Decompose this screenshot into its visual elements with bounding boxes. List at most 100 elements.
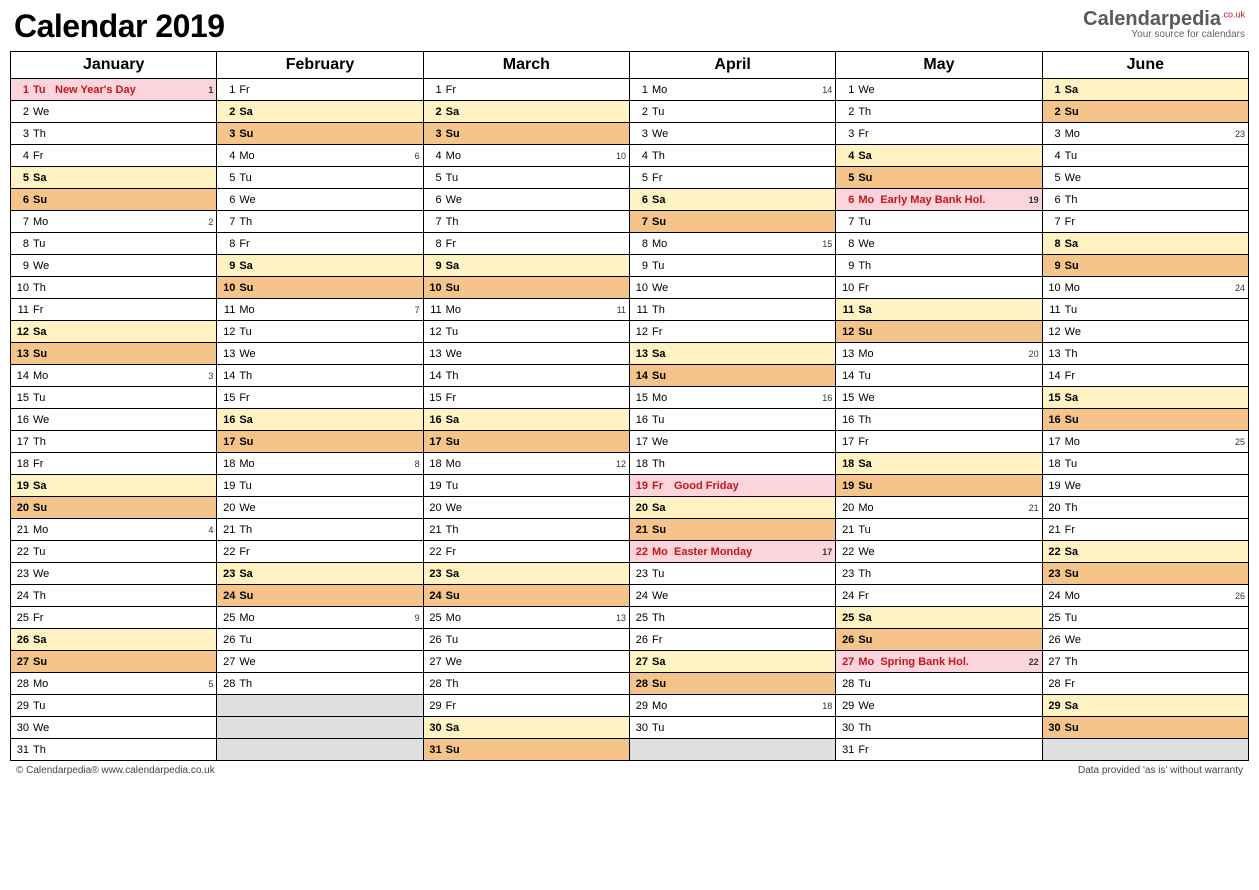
day-cell: 28Th	[423, 673, 629, 695]
week-number: 21	[1029, 503, 1039, 513]
week-number: 1	[208, 85, 213, 95]
day-cell: 7Mo2	[11, 211, 217, 233]
day-cell: 6We	[217, 189, 423, 211]
day-number: 16	[1043, 414, 1063, 426]
day-number: 19	[1043, 480, 1063, 492]
day-number: 15	[11, 392, 31, 404]
day-number: 28	[217, 678, 237, 690]
day-number: 8	[424, 238, 444, 250]
day-cell: 3Th	[11, 123, 217, 145]
day-cell: 2We	[11, 101, 217, 123]
day-of-week: Su	[31, 194, 53, 206]
week-number: 19	[1029, 195, 1039, 205]
day-of-week: Mo	[444, 612, 466, 624]
day-row: 15Tu15Fr15Fr15Mo1615We15Sa	[11, 387, 1249, 409]
day-row: 20Su20We20We20Sa20Mo2120Th	[11, 497, 1249, 519]
day-number: 2	[217, 106, 237, 118]
day-of-week: Sa	[31, 172, 53, 184]
day-row: 27Su27We27We27Sa27MoSpring Bank Hol.2227…	[11, 651, 1249, 673]
day-of-week: Th	[650, 458, 672, 470]
day-cell: 21Fr	[1042, 519, 1248, 541]
day-number: 20	[11, 502, 31, 514]
day-number: 13	[1043, 348, 1063, 360]
day-row: 17Th17Su17Su17We17Fr17Mo25	[11, 431, 1249, 453]
day-of-week: Th	[237, 524, 259, 536]
day-cell: 9Sa	[423, 255, 629, 277]
day-cell: 12Fr	[629, 321, 835, 343]
day-number: 29	[630, 700, 650, 712]
day-number: 20	[836, 502, 856, 514]
day-cell: 7Th	[423, 211, 629, 233]
day-cell: 16Tu	[629, 409, 835, 431]
day-of-week: Tu	[856, 216, 878, 228]
day-number: 23	[217, 568, 237, 580]
day-of-week: Sa	[1063, 84, 1085, 96]
day-cell: 28Fr	[1042, 673, 1248, 695]
day-number: 3	[424, 128, 444, 140]
day-of-week: Tu	[237, 480, 259, 492]
day-cell: 19We	[1042, 475, 1248, 497]
day-number: 8	[11, 238, 31, 250]
day-number: 21	[424, 524, 444, 536]
day-cell: 11Sa	[836, 299, 1042, 321]
day-cell: 22Fr	[423, 541, 629, 563]
day-number: 3	[11, 128, 31, 140]
day-of-week: Fr	[650, 172, 672, 184]
day-number: 17	[1043, 436, 1063, 448]
day-number: 31	[836, 744, 856, 756]
day-cell: 27Su	[11, 651, 217, 673]
day-row: 22Tu22Fr22Fr22MoEaster Monday1722We22Sa	[11, 541, 1249, 563]
day-of-week: Su	[650, 216, 672, 228]
day-number: 20	[424, 502, 444, 514]
day-cell: 26Tu	[423, 629, 629, 651]
day-of-week: Th	[31, 128, 53, 140]
event-label: Good Friday	[672, 480, 835, 492]
day-of-week: We	[237, 656, 259, 668]
day-number: 1	[1043, 84, 1063, 96]
day-cell: 10We	[629, 277, 835, 299]
day-of-week: Fr	[31, 304, 53, 316]
day-number: 24	[1043, 590, 1063, 602]
day-of-week: Fr	[31, 612, 53, 624]
day-number: 18	[11, 458, 31, 470]
day-cell: 11Mo7	[217, 299, 423, 321]
day-number: 19	[424, 480, 444, 492]
day-of-week: Sa	[237, 106, 259, 118]
day-number: 25	[630, 612, 650, 624]
day-number: 19	[630, 480, 650, 492]
day-cell: 8Tu	[11, 233, 217, 255]
header: Calendar 2019 Calendarpedia.co.uk Your s…	[10, 8, 1249, 45]
day-of-week: Fr	[31, 458, 53, 470]
day-of-week: Fr	[650, 634, 672, 646]
day-number: 11	[217, 304, 237, 316]
day-cell: 9Su	[1042, 255, 1248, 277]
day-cell: 29Sa	[1042, 695, 1248, 717]
day-number: 13	[217, 348, 237, 360]
day-of-week: Mo	[650, 392, 672, 404]
day-number: 5	[836, 172, 856, 184]
day-number: 15	[630, 392, 650, 404]
day-cell: 6We	[423, 189, 629, 211]
day-row: 14Mo314Th14Th14Su14Tu14Fr	[11, 365, 1249, 387]
day-of-week: Mo	[650, 238, 672, 250]
page-title: Calendar 2019	[14, 8, 225, 45]
day-cell: 16Su	[1042, 409, 1248, 431]
day-of-week: We	[1063, 480, 1085, 492]
day-number: 15	[836, 392, 856, 404]
day-cell: 7Th	[217, 211, 423, 233]
day-cell: 12We	[1042, 321, 1248, 343]
day-of-week: Mo	[650, 700, 672, 712]
day-cell: 30We	[11, 717, 217, 739]
day-cell: 7Su	[629, 211, 835, 233]
day-of-week: Mo	[1063, 282, 1085, 294]
day-number: 18	[424, 458, 444, 470]
day-number: 25	[11, 612, 31, 624]
day-of-week: Mo	[237, 304, 259, 316]
day-number: 24	[836, 590, 856, 602]
day-row: 18Fr18Mo818Mo1218Th18Sa18Tu	[11, 453, 1249, 475]
day-of-week: Fr	[31, 150, 53, 162]
day-of-week: We	[237, 502, 259, 514]
day-cell: 31Fr	[836, 739, 1042, 761]
day-of-week: Mo	[31, 370, 53, 382]
day-of-week: Fr	[1063, 370, 1085, 382]
